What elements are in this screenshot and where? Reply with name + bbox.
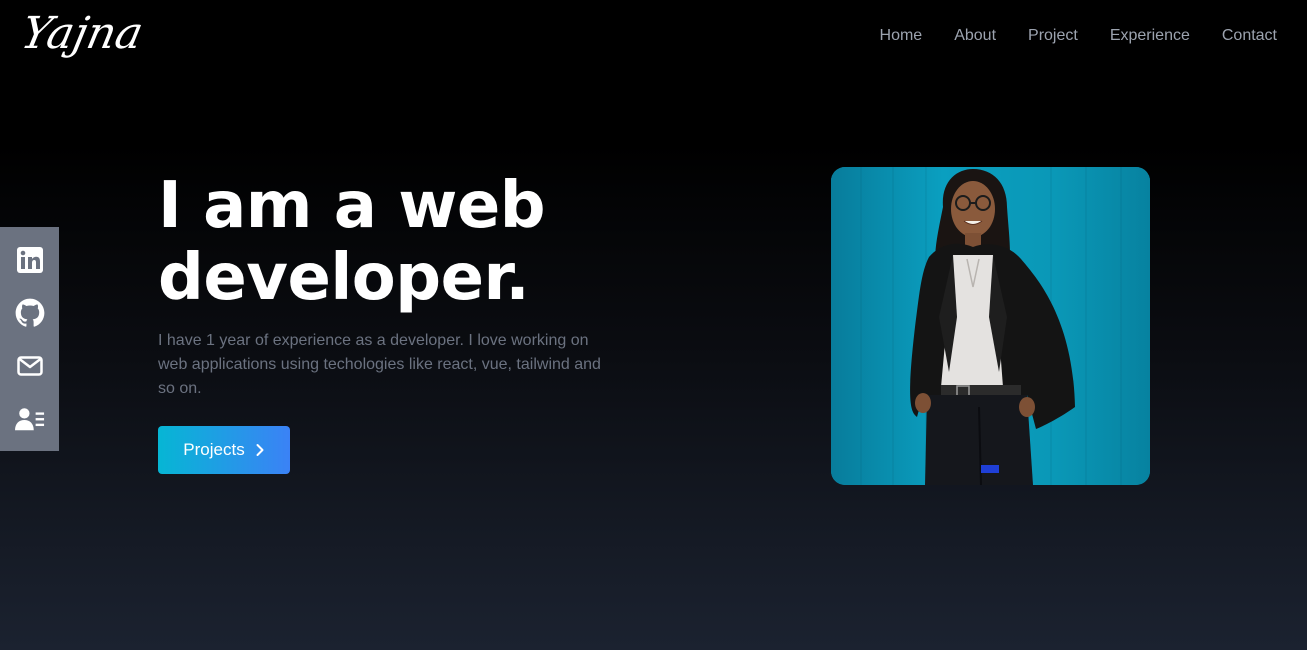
mail-icon[interactable]: [15, 351, 45, 381]
logo[interactable]: Yajna: [15, 2, 149, 66]
social-links-bar: [0, 227, 59, 451]
main-nav: Home About Project Experience Contact: [880, 25, 1277, 47]
nav-contact[interactable]: Contact: [1222, 25, 1277, 47]
nav-about[interactable]: About: [954, 25, 996, 47]
hero-title: I am a web developer.: [158, 169, 546, 315]
projects-button-label: Projects: [183, 440, 245, 459]
nav-home[interactable]: Home: [880, 25, 923, 47]
profile-photo: [831, 167, 1150, 485]
github-icon[interactable]: [15, 298, 45, 328]
linkedin-icon[interactable]: [15, 245, 45, 275]
resume-icon[interactable]: [14, 404, 45, 434]
hero-description: I have 1 year of experience as a develop…: [158, 332, 601, 397]
nav-project[interactable]: Project: [1028, 25, 1078, 47]
projects-button[interactable]: Projects: [158, 426, 290, 474]
chevron-right-icon: [256, 444, 264, 456]
nav-experience[interactable]: Experience: [1110, 25, 1190, 47]
